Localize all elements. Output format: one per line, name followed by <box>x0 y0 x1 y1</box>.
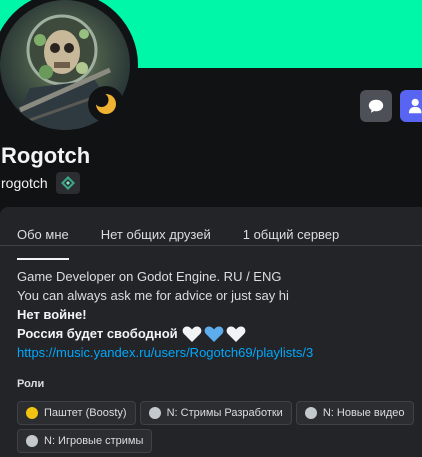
role-chip[interactable]: Паштет (Boosty) <box>17 401 136 425</box>
role-label: N: Игровые стримы <box>44 435 144 447</box>
bio-link-line: https://music.yandex.ru/users/Rogotch69/… <box>17 343 417 362</box>
role-color-dot <box>148 407 161 419</box>
roles-list: Паштет (Boosty) N: Стримы Разработки N: … <box>17 401 422 453</box>
bio-line: Game Developer on Godot Engine. RU / ENG <box>17 269 282 284</box>
role-label: N: Стримы Разработки <box>166 407 283 419</box>
bio: Game Developer on Godot Engine. RU / ENG… <box>17 267 417 362</box>
role-label: Паштет (Boosty) <box>44 407 127 419</box>
blue-heart-icon <box>204 325 224 342</box>
tab-mutual-friends[interactable]: Нет общих друзей <box>101 227 211 259</box>
heart-emojis <box>182 325 246 343</box>
bio-line: You can always ask me for advice or just… <box>17 288 289 303</box>
profile-badge[interactable] <box>55 172 80 194</box>
bio-line-with-hearts: Россия будет свободной <box>17 324 417 343</box>
bio-line-text: Россия будет свободной <box>17 326 178 341</box>
username-row: rogotch <box>1 172 80 194</box>
hypesquad-badge-icon <box>60 176 75 190</box>
white-heart-icon <box>182 325 202 342</box>
role-chip[interactable]: N: Стримы Разработки <box>139 401 292 425</box>
message-button[interactable] <box>360 90 392 122</box>
role-color-dot <box>304 407 317 419</box>
white-heart-icon <box>226 325 246 342</box>
status-indicator <box>88 86 124 122</box>
add-friend-icon <box>408 98 422 114</box>
playlist-link[interactable]: https://music.yandex.ru/users/Rogotch69/… <box>17 343 313 362</box>
display-name: Rogotch <box>1 143 91 168</box>
roles-title: Роли <box>17 378 45 390</box>
username: rogotch <box>1 175 48 191</box>
role-chip[interactable]: N: Игровые стримы <box>17 429 153 453</box>
role-label: N: Новые видео <box>322 407 405 419</box>
profile-tabs: Обо мне Нет общих друзей 1 общий сервер <box>17 227 340 260</box>
moon-idle-icon <box>94 93 116 114</box>
role-color-dot <box>26 435 38 447</box>
role-color-dot <box>26 407 38 419</box>
add-friend-button[interactable] <box>400 90 422 122</box>
bio-line: Нет войне! <box>17 307 87 322</box>
tab-mutual-servers[interactable]: 1 общий сервер <box>243 227 340 259</box>
chat-bubble-icon <box>368 99 384 113</box>
tabs-divider <box>0 245 422 246</box>
tab-about-me[interactable]: Обо мне <box>17 227 69 260</box>
role-chip[interactable]: N: Новые видео <box>295 401 414 425</box>
